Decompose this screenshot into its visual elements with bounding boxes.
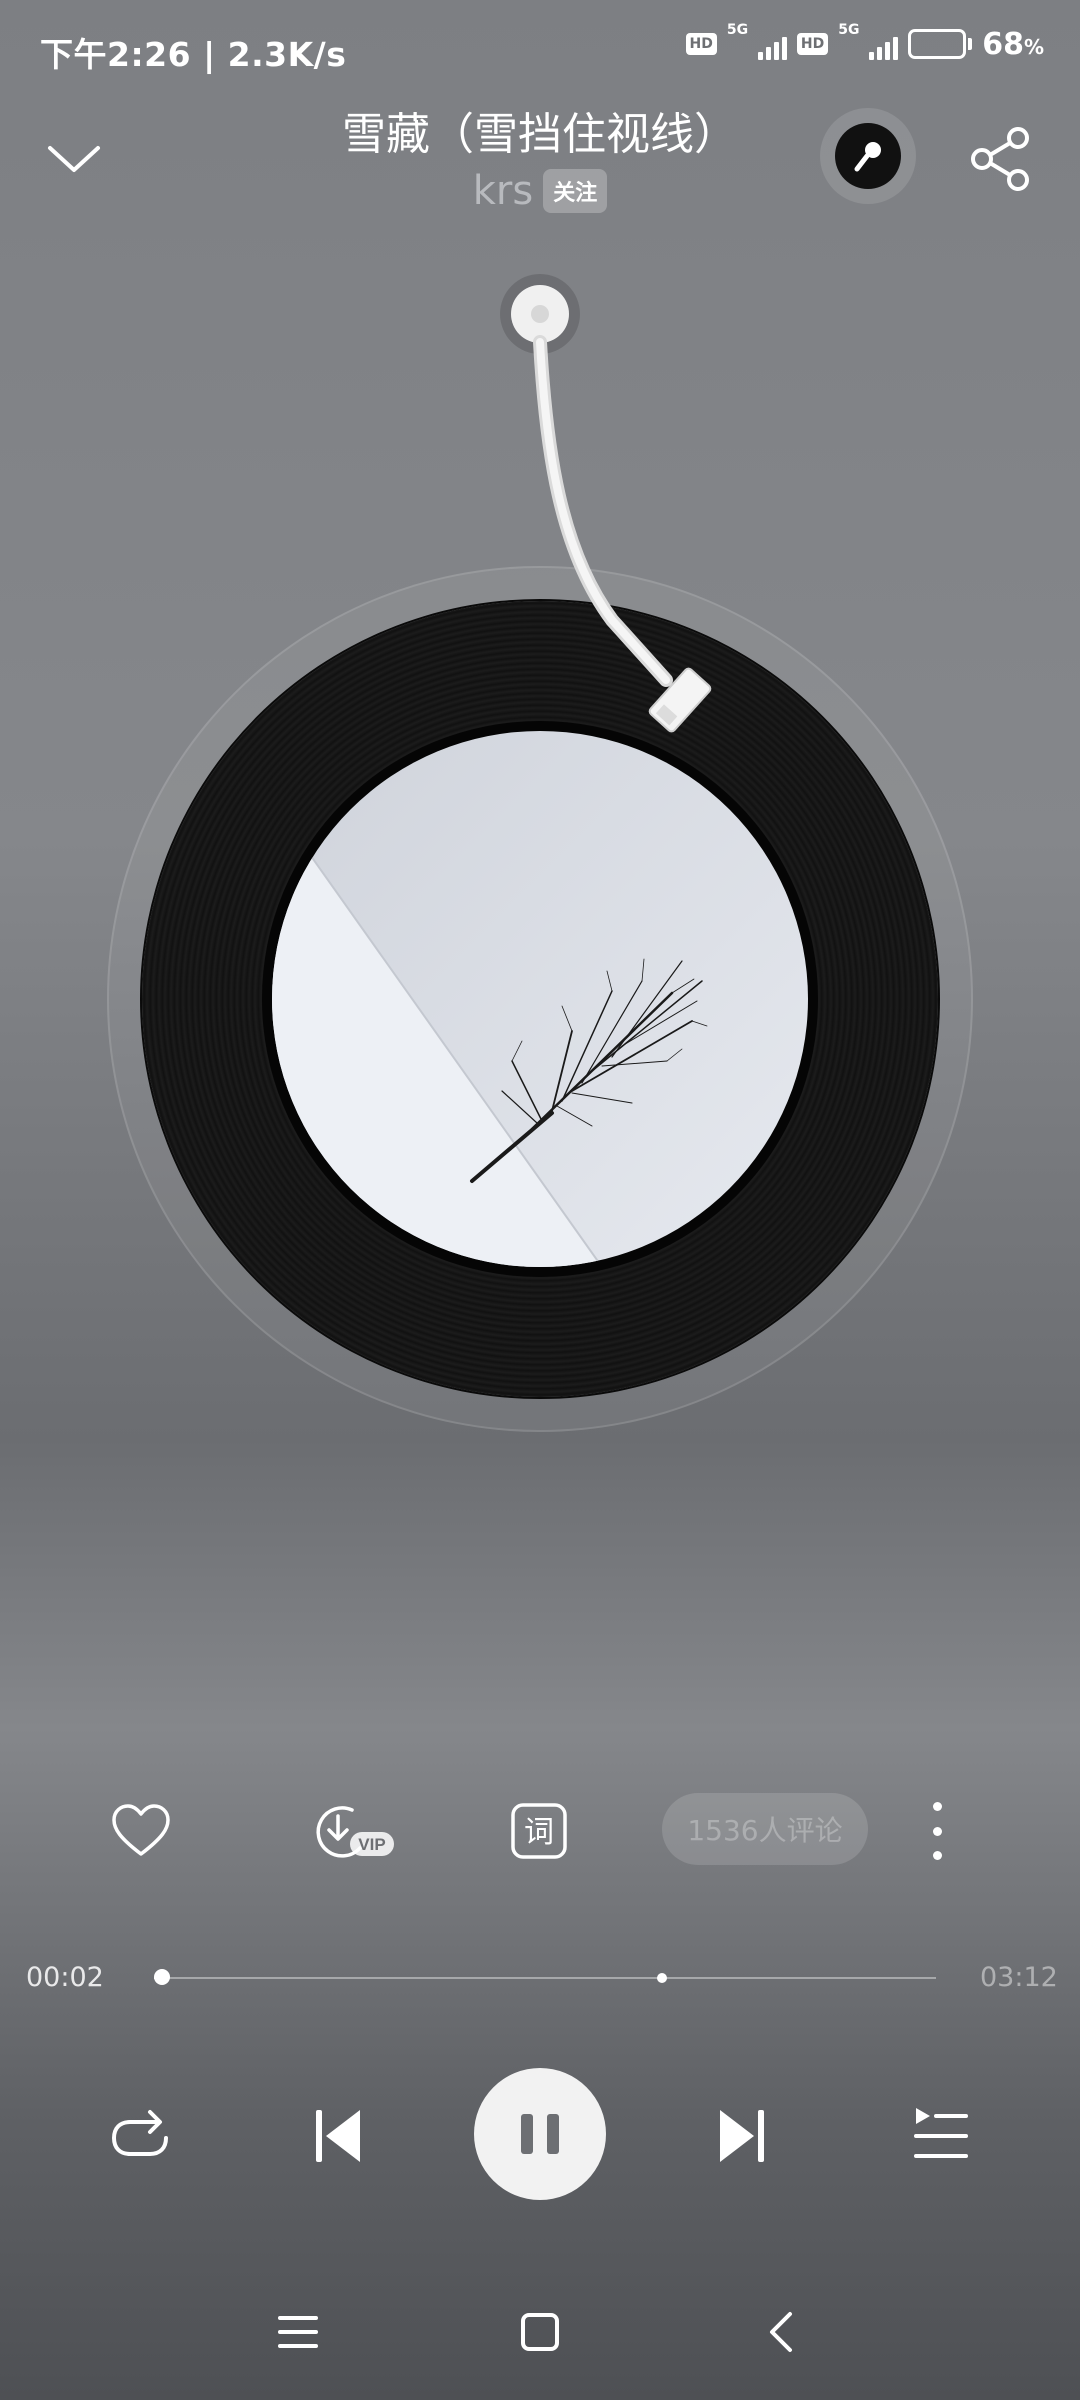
network-gen-label: 5G [838, 22, 860, 38]
pause-button[interactable] [474, 2068, 606, 2200]
signal-icon: 5G [727, 22, 787, 62]
total-time: 03:12 [980, 1962, 1058, 1993]
karaoke-button[interactable] [820, 108, 916, 204]
heart-icon[interactable] [106, 1796, 176, 1866]
signal-icon: 5G [838, 22, 899, 62]
tonearm [480, 260, 800, 760]
vip-badge: VIP [358, 1835, 385, 1854]
progress-buffer-marker [657, 1973, 668, 1983]
song-title: 雪藏（雪挡住视线） [342, 109, 738, 160]
status-time-speed: 下午2:26 | 2.3K/s [40, 35, 347, 74]
more-vertical-icon[interactable] [922, 1798, 952, 1864]
repeat-icon[interactable] [100, 2096, 180, 2176]
home-icon[interactable] [510, 2302, 570, 2362]
lyrics-button[interactable]: 词 [504, 1796, 574, 1866]
download-icon[interactable]: VIP [308, 1796, 398, 1866]
skip-previous-icon[interactable] [298, 2096, 378, 2176]
artist-row: krs 关注 [0, 168, 1080, 214]
current-time: 00:02 [26, 1962, 104, 1993]
microphone-icon [835, 123, 901, 189]
pause-icon [521, 2114, 533, 2154]
battery-icon [908, 29, 973, 59]
skip-next-icon[interactable] [702, 2096, 782, 2176]
network-gen-label: 5G [726, 22, 749, 38]
hd-badge: HD [685, 33, 717, 55]
status-bar: 下午2:26 | 2.3K/s HD 5G HD 5G 68% [0, 0, 1080, 96]
progress-track[interactable] [154, 1977, 936, 1979]
comments-button[interactable]: 1536人评论 [662, 1793, 868, 1865]
lyrics-label: 词 [524, 1815, 554, 1850]
battery-percent: 68% [982, 26, 1044, 62]
share-icon[interactable] [966, 124, 1036, 194]
back-icon[interactable] [752, 2302, 812, 2362]
hd-badge: HD [796, 33, 829, 55]
playlist-icon[interactable] [900, 2096, 980, 2176]
artist-name[interactable]: krs [473, 168, 533, 214]
follow-button[interactable]: 关注 [543, 169, 608, 213]
status-icons: HD 5G HD 5G 68% [685, 22, 1044, 62]
menu-icon[interactable] [268, 2302, 328, 2362]
progress-thumb[interactable] [153, 1969, 170, 1985]
album-cover [272, 731, 808, 1267]
